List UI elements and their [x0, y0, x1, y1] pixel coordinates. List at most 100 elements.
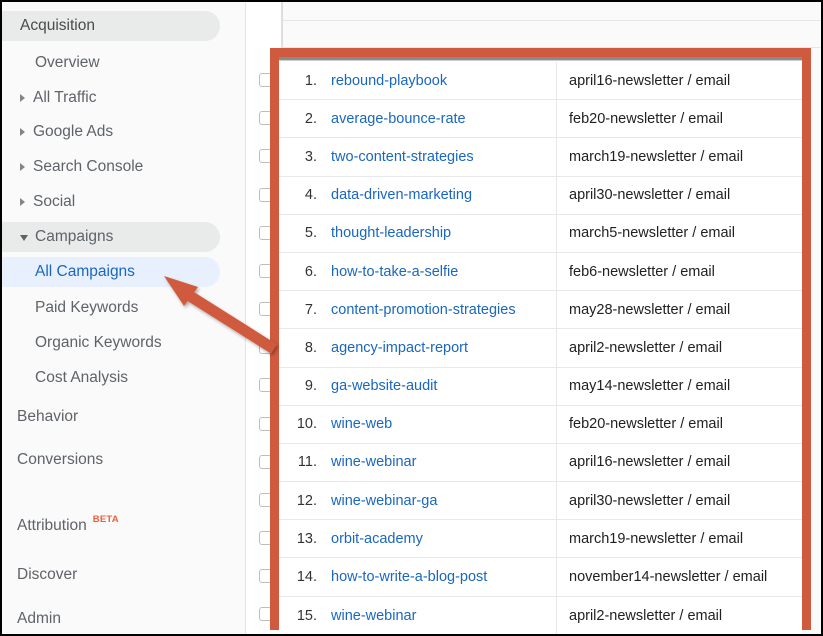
table-row[interactable]: 3. two-content-strategies march19-newsle…	[279, 138, 802, 177]
row-index: 10.	[296, 416, 317, 433]
table-row[interactable]: 13. orbit-academy march19-newsletter / e…	[279, 520, 802, 559]
campaigns-table: 1. rebound-playbook april16-newsletter /…	[279, 62, 802, 634]
sidebar-item-label: All Traffic	[33, 89, 97, 106]
table-row[interactable]: 11. wine-webinar april16-newsletter / em…	[279, 443, 802, 483]
sidebar-item-label: Attribution	[17, 517, 87, 534]
chevron-right-icon	[20, 198, 25, 206]
table-row[interactable]: 9. ga-website-audit may14-newsletter / e…	[279, 367, 802, 406]
sidebar-item-label: Behavior	[17, 408, 79, 425]
sidebar-item-paid-keywords[interactable]: Paid Keywords	[2, 293, 220, 323]
chevron-right-icon	[20, 128, 25, 136]
table-row[interactable]: 15. wine-webinar april2-newsletter / ema…	[279, 596, 802, 634]
sidebar-item-admin[interactable]: Admin	[2, 604, 220, 634]
highlight-box: 1. rebound-playbook april16-newsletter /…	[270, 48, 811, 634]
source-medium-cell: may28-newsletter / email	[556, 291, 802, 329]
sidebar-item-label: Admin	[17, 610, 61, 627]
campaign-link[interactable]: agency-impact-report	[327, 340, 556, 356]
sidebar-item-label: Discover	[17, 566, 78, 583]
row-index: 8.	[304, 339, 317, 356]
gutter-divider	[282, 2, 283, 48]
source-medium-cell: may14-newsletter / email	[556, 367, 802, 405]
row-index: 7.	[304, 301, 317, 318]
campaign-link[interactable]: wine-webinar-ga	[327, 493, 556, 509]
sidebar-item-campaigns[interactable]: Campaigns	[2, 222, 220, 252]
row-index: 6.	[304, 263, 317, 280]
source-medium-cell: april30-newsletter / email	[556, 482, 802, 520]
campaign-link[interactable]: thought-leadership	[327, 225, 556, 241]
source-medium-cell: feb20-newsletter / email	[556, 405, 802, 443]
row-index: 13.	[296, 530, 317, 547]
row-index: 4.	[304, 187, 317, 204]
chevron-right-icon	[20, 163, 25, 171]
campaign-link[interactable]: wine-web	[327, 416, 556, 432]
source-medium-cell: april2-newsletter / email	[556, 596, 802, 634]
row-index: 12.	[296, 492, 317, 509]
sidebar-item-google-ads[interactable]: Google Ads	[2, 117, 220, 147]
campaign-link[interactable]: wine-webinar	[327, 454, 556, 470]
campaign-link[interactable]: how-to-take-a-selfie	[327, 264, 556, 280]
sidebar-item-label: Search Console	[33, 158, 144, 175]
row-index: 9.	[304, 378, 317, 395]
sidebar-item-label: Campaigns	[35, 228, 114, 245]
campaign-link[interactable]: rebound-playbook	[327, 73, 556, 89]
source-medium-cell: november14-newsletter / email	[556, 558, 802, 596]
campaign-link[interactable]: content-promotion-strategies	[327, 302, 556, 318]
campaign-link[interactable]: ga-website-audit	[327, 378, 556, 394]
row-index: 11.	[297, 454, 317, 471]
campaign-link[interactable]: wine-webinar	[327, 608, 556, 624]
row-index: 14.	[296, 569, 317, 586]
sidebar-item-label: Overview	[35, 54, 100, 71]
sidebar-item-label: All Campaigns	[35, 263, 135, 280]
sidebar-item-social[interactable]: Social	[2, 187, 220, 217]
source-medium-cell: feb20-newsletter / email	[556, 100, 802, 138]
sidebar-item-organic-keywords[interactable]: Organic Keywords	[2, 328, 220, 358]
row-index: 2.	[304, 110, 317, 127]
sidebar-item-overview[interactable]: Overview	[2, 48, 220, 78]
sidebar-item-label: Social	[33, 193, 76, 210]
sidebar-section-acquisition[interactable]: Acquisition	[2, 11, 220, 41]
sidebar-item-search-console[interactable]: Search Console	[2, 152, 220, 182]
table-row[interactable]: 5. thought-leadership march5-newsletter …	[279, 214, 802, 253]
beta-badge: BETA	[92, 514, 119, 525]
row-index: 3.	[304, 148, 317, 165]
campaign-link[interactable]: data-driven-marketing	[327, 187, 556, 203]
source-medium-cell: march19-newsletter / email	[556, 138, 802, 176]
source-medium-cell: april16-newsletter / email	[556, 443, 802, 482]
sidebar-item-cost-analysis[interactable]: Cost Analysis	[2, 363, 220, 393]
campaign-link[interactable]: how-to-write-a-blog-post	[327, 569, 556, 585]
table-row[interactable]: 4. data-driven-marketing april30-newslet…	[279, 176, 802, 215]
source-medium-cell: march5-newsletter / email	[556, 214, 802, 252]
campaign-link[interactable]: average-bounce-rate	[327, 111, 556, 127]
table-row[interactable]: 6. how-to-take-a-selfie feb6-newsletter …	[279, 252, 802, 292]
sidebar-item-label: Google Ads	[33, 123, 114, 140]
table-row[interactable]: 8. agency-impact-report april2-newslette…	[279, 329, 802, 368]
sidebar-item-all-campaigns[interactable]: All Campaigns	[2, 257, 220, 287]
source-medium-cell: feb6-newsletter / email	[556, 252, 802, 291]
row-index: 1.	[304, 72, 317, 89]
sidebar-item-label: Cost Analysis	[35, 369, 129, 386]
sidebar-item-discover[interactable]: Discover	[2, 560, 220, 590]
sidebar-item-label: Paid Keywords	[35, 299, 139, 316]
table-row[interactable]: 2. average-bounce-rate feb20-newsletter …	[279, 100, 802, 139]
chevron-down-icon	[20, 235, 28, 241]
sidebar-section-label: Acquisition	[20, 17, 95, 34]
row-index: 5.	[304, 225, 317, 242]
sidebar-item-label: Conversions	[17, 451, 104, 468]
table-row[interactable]: 10. wine-web feb20-newsletter / email	[279, 405, 802, 444]
sidebar-item-behavior[interactable]: Behavior	[2, 402, 220, 432]
sidebar-item-attribution[interactable]: Attribution BETA	[2, 511, 220, 541]
campaign-link[interactable]: two-content-strategies	[327, 149, 556, 165]
sidebar-item-conversions[interactable]: Conversions	[2, 445, 220, 475]
table-row[interactable]: 12. wine-webinar-ga april30-newsletter /…	[279, 482, 802, 521]
table-row[interactable]: 1. rebound-playbook april16-newsletter /…	[279, 62, 802, 101]
source-medium-cell: march19-newsletter / email	[556, 520, 802, 558]
table-row[interactable]: 14. how-to-write-a-blog-post november14-…	[279, 558, 802, 597]
panel-divider	[282, 20, 821, 21]
campaigns-table-panel: 1. rebound-playbook april16-newsletter /…	[246, 2, 821, 634]
campaign-link[interactable]: orbit-academy	[327, 531, 556, 547]
table-row[interactable]: 7. content-promotion-strategies may28-ne…	[279, 291, 802, 330]
left-navigation-sidebar: Acquisition Overview All Traffic Google …	[2, 2, 246, 634]
analytics-screenshot: Acquisition Overview All Traffic Google …	[0, 0, 823, 636]
sidebar-item-all-traffic[interactable]: All Traffic	[2, 83, 220, 113]
chevron-right-icon	[20, 94, 25, 102]
